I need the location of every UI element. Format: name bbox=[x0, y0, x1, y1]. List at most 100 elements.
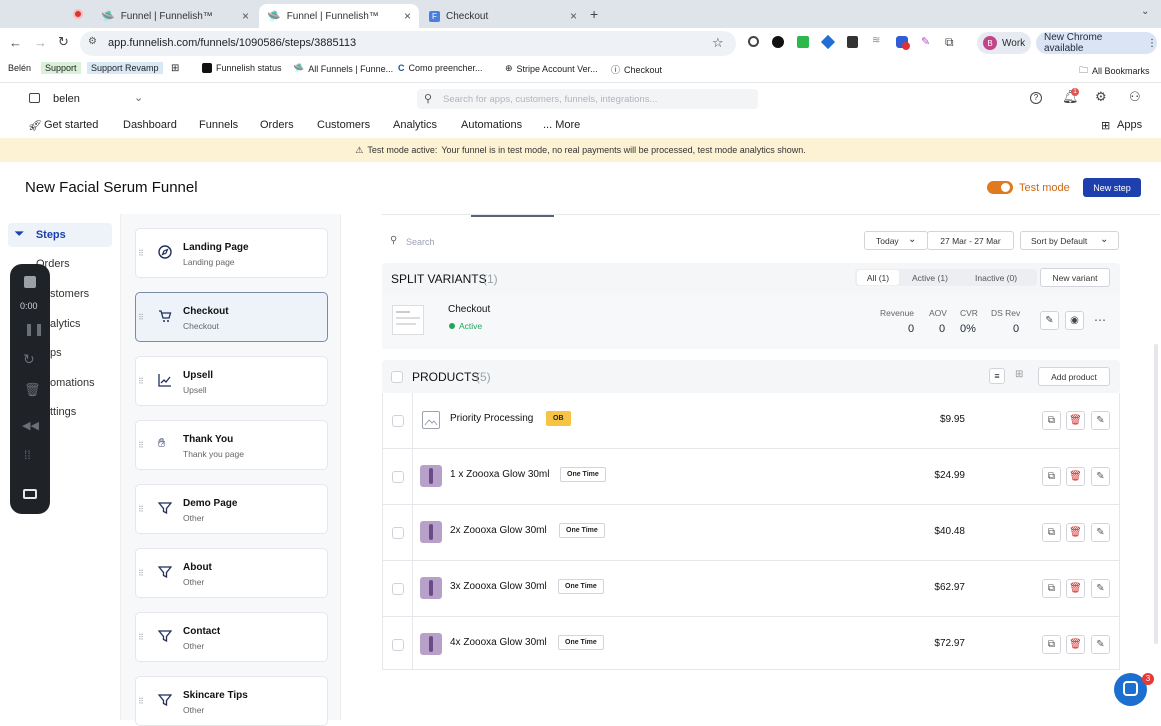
extension-8-icon[interactable]: ✎ bbox=[921, 35, 930, 48]
forward-arrow-icon[interactable]: → bbox=[34, 35, 47, 50]
workspace-chevron-down-icon[interactable]: ⌄ bbox=[134, 91, 143, 104]
grid-dots-icon[interactable]: ⁞⁞ bbox=[24, 448, 31, 462]
close-tab-icon[interactable]: × bbox=[242, 9, 249, 23]
site-info-icon[interactable]: ⚙ bbox=[88, 36, 97, 47]
sidebar-item-customers[interactable]: stomers bbox=[50, 288, 89, 300]
workspace-name[interactable]: belen bbox=[53, 93, 80, 105]
scrollbar[interactable] bbox=[1154, 344, 1158, 644]
step-card-checkout[interactable]: ⠿ Checkout Checkout bbox=[135, 292, 328, 342]
duplicate-product-button[interactable]: ⧉ bbox=[1042, 579, 1061, 598]
test-mode-toggle[interactable] bbox=[987, 181, 1013, 194]
product-row[interactable]: 2x Zoooxa Glow 30ml One Time $40.48 ⧉ 🗑︎… bbox=[382, 505, 1120, 561]
product-checkbox[interactable] bbox=[392, 583, 404, 595]
sidebar-item-steps[interactable]: ⏷ Steps bbox=[15, 228, 66, 241]
extension-2-icon[interactable] bbox=[772, 36, 784, 48]
nav-more[interactable]: ... More bbox=[543, 119, 580, 131]
delete-product-button[interactable]: 🗑︎ bbox=[1066, 635, 1085, 654]
bookmark-support[interactable]: Support bbox=[41, 62, 81, 74]
extensions-puzzle-icon[interactable]: ⧉ bbox=[945, 35, 954, 50]
edit-variant-button[interactable]: ✎ bbox=[1040, 311, 1059, 330]
apps-grid-icon[interactable]: ⊞ bbox=[1101, 119, 1110, 132]
profile-button[interactable]: B Work bbox=[977, 32, 1031, 54]
settings-gear-icon[interactable]: ⚙ bbox=[1095, 89, 1107, 105]
sort-select[interactable]: Sort by Default ⌄ bbox=[1020, 231, 1119, 250]
address-bar[interactable]: ⚙ app.funnelish.com/funnels/1090586/step… bbox=[80, 31, 736, 56]
delete-product-button[interactable]: 🗑︎ bbox=[1066, 467, 1085, 486]
nav-automations[interactable]: Automations bbox=[461, 119, 522, 131]
new-tab-button[interactable]: + bbox=[590, 6, 598, 22]
tab-search-chevron-icon[interactable]: ⌄ bbox=[1141, 6, 1149, 17]
drag-handle-icon[interactable]: ⠿ bbox=[138, 441, 144, 450]
product-row[interactable]: 4x Zoooxa Glow 30ml One Time $72.97 ⧉ 🗑︎… bbox=[382, 617, 1120, 673]
drag-handle-icon[interactable]: ⠿ bbox=[138, 249, 144, 258]
product-row[interactable]: 1 x Zoooxa Glow 30ml One Time $24.99 ⧉ 🗑… bbox=[382, 449, 1120, 505]
nav-funnels[interactable]: Funnels bbox=[199, 119, 238, 131]
pause-icon[interactable]: ❚❚ bbox=[24, 322, 44, 336]
bookmark-funnelish-status[interactable]: Funnelish status bbox=[202, 63, 282, 73]
apps-grid-icon[interactable]: ⊞ bbox=[171, 63, 179, 74]
bookmark-stripe[interactable]: ⊕ Stripe Account Ver... bbox=[505, 63, 598, 74]
all-bookmarks[interactable]: 🗀 All Bookmarks bbox=[1079, 63, 1150, 79]
bookmark-como-preencher[interactable]: C Como preencher... bbox=[398, 63, 483, 73]
restart-icon[interactable]: ↻ bbox=[23, 351, 35, 368]
product-row[interactable]: 3x Zoooxa Glow 30ml One Time $62.97 ⧉ 🗑︎… bbox=[382, 561, 1120, 617]
stop-recording-icon[interactable] bbox=[24, 276, 36, 288]
nav-analytics[interactable]: Analytics bbox=[393, 119, 437, 131]
list-view-icon[interactable]: ≡ bbox=[989, 368, 1005, 384]
variant-search-input[interactable]: Search bbox=[406, 237, 435, 247]
drag-handle-icon[interactable]: ⠿ bbox=[138, 377, 144, 386]
period-select[interactable]: Today ⌄ bbox=[864, 231, 928, 250]
bookmark-checkout[interactable]: ⓘ Checkout bbox=[611, 63, 662, 76]
sidebar-item-automations[interactable]: omations bbox=[50, 377, 95, 389]
close-tab-icon[interactable]: × bbox=[570, 9, 577, 23]
date-range-picker[interactable]: 27 Mar - 27 Mar bbox=[927, 231, 1014, 250]
extension-7-icon[interactable] bbox=[896, 36, 910, 50]
step-card-landing-page[interactable]: ⠿ Landing Page Landing page bbox=[135, 228, 328, 278]
browser-tab-2-active[interactable]: 🛸 Funnel | Funnelish™ × bbox=[259, 4, 419, 28]
delete-product-button[interactable]: 🗑︎ bbox=[1066, 579, 1085, 598]
global-search[interactable]: ⚲ Search for apps, customers, funnels, i… bbox=[417, 89, 758, 109]
camera-toggle-icon[interactable] bbox=[23, 489, 37, 499]
step-card-thank-you[interactable]: ⠿ ✋︎ Thank You Thank you page bbox=[135, 420, 328, 470]
tab-all-variants[interactable]: All (1) bbox=[857, 270, 899, 285]
chrome-update-button[interactable]: New Chrome available ⋮ bbox=[1036, 32, 1157, 54]
sidebar-item-apps[interactable]: ps bbox=[50, 347, 62, 359]
reload-icon[interactable]: ↻ bbox=[58, 34, 69, 50]
bookmark-support-revamp[interactable]: Support Revamp bbox=[87, 62, 163, 74]
close-tab-icon[interactable]: × bbox=[404, 9, 411, 23]
grid-view-icon[interactable]: ⊞ bbox=[1015, 369, 1023, 380]
extension-6-icon[interactable]: ≋ bbox=[872, 35, 880, 46]
user-account-icon[interactable]: ⚇ bbox=[1129, 89, 1141, 105]
tab-active-variants[interactable]: Active (1) bbox=[912, 273, 948, 283]
delete-product-button[interactable]: 🗑︎ bbox=[1066, 411, 1085, 430]
new-variant-button[interactable]: New variant bbox=[1040, 268, 1110, 287]
product-checkbox[interactable] bbox=[392, 471, 404, 483]
sidebar-item-settings[interactable]: ttings bbox=[50, 406, 76, 418]
new-step-button[interactable]: New step bbox=[1083, 178, 1141, 197]
bookmark-all-funnels[interactable]: 🛸 All Funnels | Funne... bbox=[293, 63, 393, 74]
extension-1-icon[interactable] bbox=[748, 36, 759, 47]
step-card-upsell[interactable]: ⠿ Upsell Upsell bbox=[135, 356, 328, 406]
drag-handle-icon[interactable]: ⠿ bbox=[138, 633, 144, 642]
edit-product-button[interactable]: ✎ bbox=[1091, 579, 1110, 598]
back-arrow-icon[interactable]: ← bbox=[9, 35, 22, 50]
nav-dashboard[interactable]: Dashboard bbox=[123, 119, 177, 131]
duplicate-product-button[interactable]: ⧉ bbox=[1042, 467, 1061, 486]
rewind-icon[interactable]: ◀◀ bbox=[22, 419, 39, 432]
delete-product-button[interactable]: 🗑︎ bbox=[1066, 523, 1085, 542]
drag-handle-icon[interactable]: ⠿ bbox=[138, 569, 144, 578]
select-all-products-checkbox[interactable] bbox=[391, 371, 403, 383]
variant-row[interactable]: Checkout Active Revenue 0 AOV 0 CVR 0% D… bbox=[382, 295, 1120, 349]
nav-apps[interactable]: Apps bbox=[1117, 119, 1142, 131]
edit-product-button[interactable]: ✎ bbox=[1091, 523, 1110, 542]
product-checkbox[interactable] bbox=[392, 415, 404, 427]
browser-tab-1[interactable]: 🛸 Funnel | Funnelish™ × bbox=[93, 4, 257, 28]
drag-handle-icon[interactable]: ⠿ bbox=[138, 313, 144, 322]
product-row[interactable]: Priority Processing OB $9.95 ⧉ 🗑︎ ✎ bbox=[382, 393, 1120, 449]
tab-inactive-variants[interactable]: Inactive (0) bbox=[975, 273, 1017, 283]
nav-customers[interactable]: Customers bbox=[317, 119, 370, 131]
edit-product-button[interactable]: ✎ bbox=[1091, 635, 1110, 654]
product-checkbox[interactable] bbox=[392, 639, 404, 651]
preview-variant-button[interactable]: ◉ bbox=[1065, 311, 1084, 330]
duplicate-product-button[interactable]: ⧉ bbox=[1042, 411, 1061, 430]
